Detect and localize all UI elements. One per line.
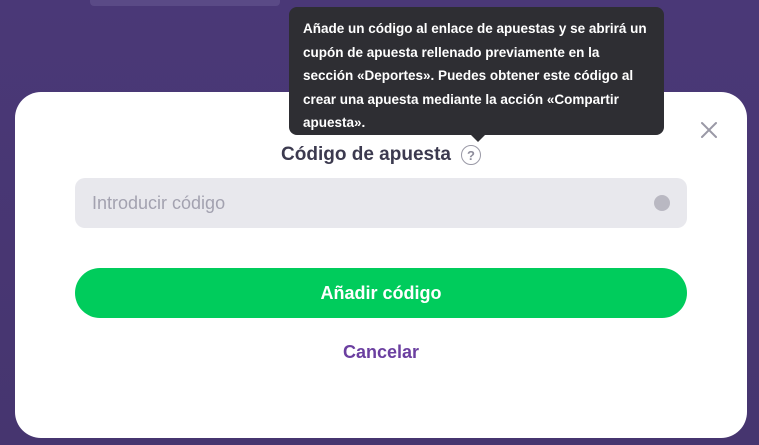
add-code-button[interactable]: Añadir código	[75, 268, 687, 318]
close-button[interactable]	[695, 116, 723, 144]
bet-code-input[interactable]	[75, 178, 652, 228]
bet-code-field	[75, 178, 687, 228]
tooltip-text: Añade un código al enlace de apuestas y …	[303, 21, 647, 130]
status-dot-icon	[654, 195, 670, 211]
help-tooltip: Añade un código al enlace de apuestas y …	[289, 7, 664, 142]
cancel-button[interactable]: Cancelar	[15, 342, 747, 363]
field-label-row: Código de apuesta ?	[15, 144, 747, 166]
question-circle-icon[interactable]: ?	[460, 145, 481, 165]
bet-code-label: Código de apuesta	[281, 144, 451, 165]
close-icon	[701, 122, 717, 138]
background-element	[90, 0, 280, 6]
bet-code-modal: Código de apuesta ? Añadir código Cancel…	[15, 92, 747, 438]
tooltip-arrow	[471, 135, 485, 142]
